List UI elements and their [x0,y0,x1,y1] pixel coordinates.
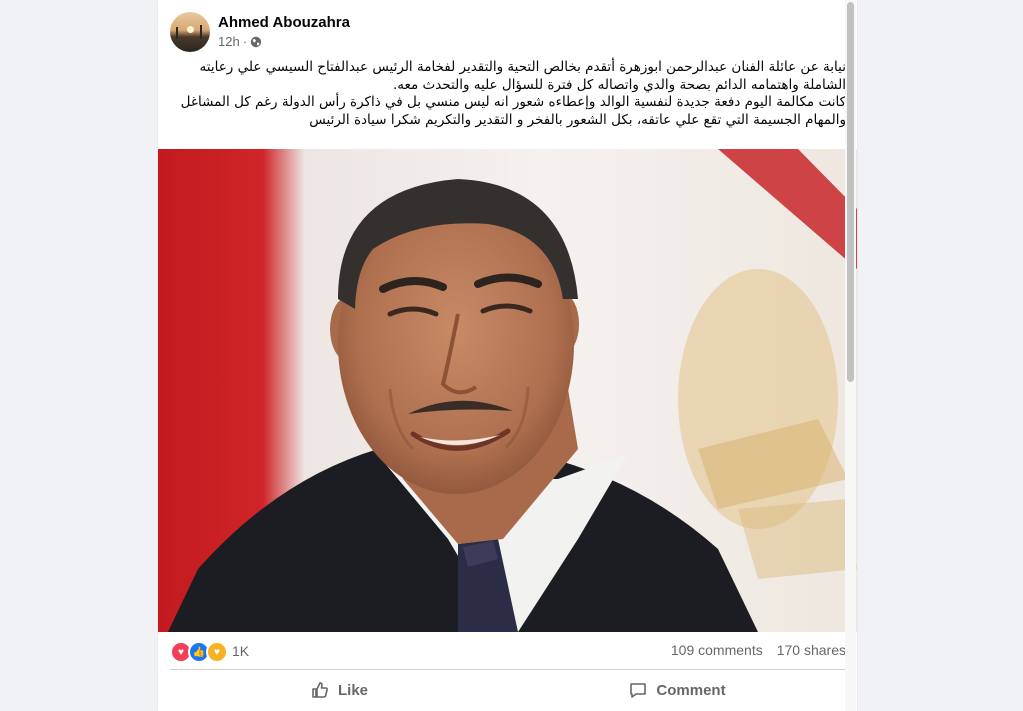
post-card: Ahmed Abouzahra 12h · نيابة عن عائلة الف… [158,0,857,711]
globe-icon[interactable] [250,36,262,48]
comment-label: Comment [656,681,726,699]
scrollbar-thumb[interactable] [847,2,854,382]
post-meta: 12h · [218,34,262,49]
shares-count[interactable]: 170 shares [777,642,846,658]
like-label: Like [337,681,368,699]
comment-share-stats: 109 comments 170 shares [671,642,846,658]
post-text: نيابة عن عائلة الفنان عبدالرحمن ابوزهرة … [170,59,846,129]
thumbs-up-icon [312,682,328,698]
post-actions: Like Comment [170,672,846,708]
like-button[interactable]: Like [170,672,508,708]
divider [170,669,846,670]
post-paragraph-1: نيابة عن عائلة الفنان عبدالرحمن ابوزهرة … [199,59,846,93]
post-header: Ahmed Abouzahra 12h · [170,12,830,52]
care-icon: ♥ [206,641,228,663]
post-paragraph-2: كانت مكالمة اليوم دفعة جديدة لنفسية الوا… [180,94,846,128]
post-time[interactable]: 12h [218,34,240,49]
post-photo[interactable] [158,149,857,632]
author-name[interactable]: Ahmed Abouzahra [218,14,350,31]
comment-icon [630,683,647,698]
comments-count[interactable]: 109 comments [671,642,763,658]
avatar[interactable] [170,12,210,52]
reaction-count[interactable]: 1K [232,643,249,659]
post-stats: ♥ 👍 ♥ 1K 109 comments 170 shares [170,632,846,670]
comment-button[interactable]: Comment [508,672,846,708]
meta-separator: · [242,34,248,49]
reaction-icons[interactable]: ♥ 👍 ♥ [170,641,228,663]
